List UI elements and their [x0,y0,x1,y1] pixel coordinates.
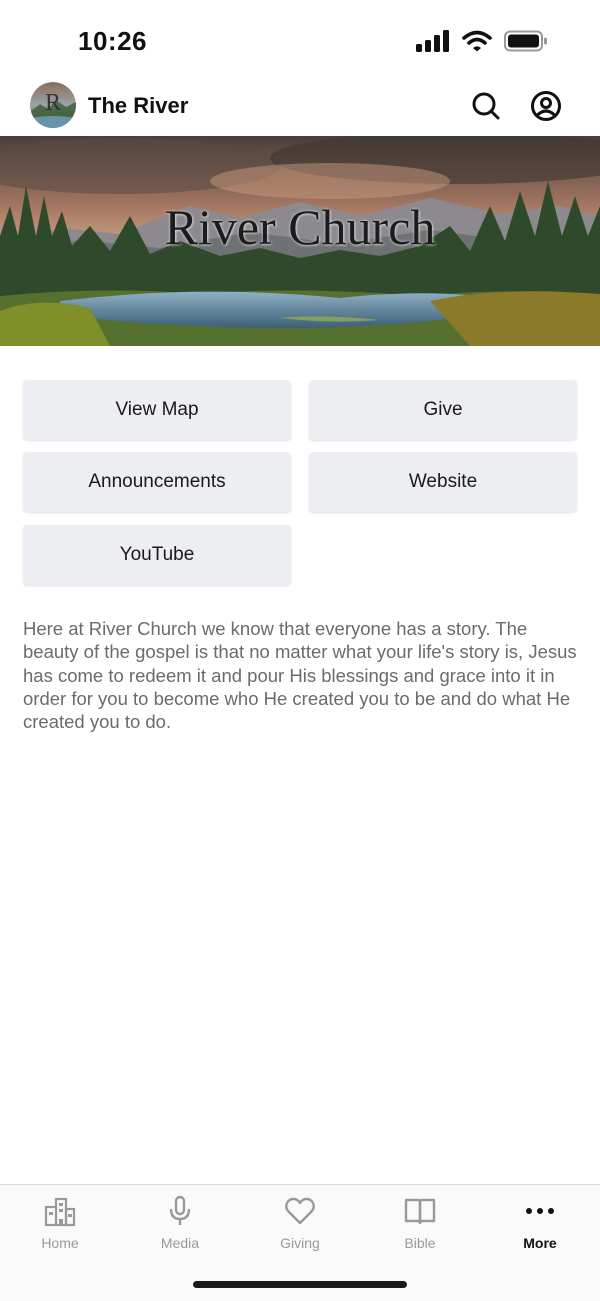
announcements-button[interactable]: Announcements [23,452,291,512]
tab-giving[interactable]: Giving [240,1185,360,1261]
banner-title: River Church [164,199,436,255]
app-title: The River [88,93,189,118]
tab-label-media: Media [160,1235,200,1251]
search-button[interactable] [470,90,502,122]
tab-label-bible: Bible [404,1235,436,1251]
tab-more[interactable]: More [480,1185,600,1261]
search-icon [472,92,500,120]
microphone-icon [169,1195,191,1225]
heart-icon [285,1197,315,1225]
app-header: R The River [0,80,600,136]
tab-home[interactable]: Home [0,1185,120,1261]
give-button[interactable]: Give [309,380,577,440]
more-icon [526,1208,554,1214]
status-time: 10:26 [78,26,147,56]
youtube-button[interactable]: YouTube [23,525,291,585]
account-icon [531,91,561,121]
church-description: Here at River Church we know that everyo… [23,618,577,733]
battery-icon [504,30,548,57]
church-logo: R [30,82,76,128]
church-banner: River Church [0,136,600,346]
status-bar: 10:26 [0,0,600,80]
tab-media[interactable]: Media [120,1185,240,1261]
account-button[interactable] [530,90,562,122]
tab-bible[interactable]: Bible [360,1185,480,1261]
view-map-button[interactable]: View Map [23,380,291,440]
website-button[interactable]: Website [309,452,577,512]
wifi-icon [462,30,492,57]
status-icons [416,30,548,57]
signal-icon [416,30,450,57]
book-icon [404,1198,436,1225]
tab-label-more: More [523,1235,557,1251]
tab-label-giving: Giving [280,1235,320,1251]
tab-label-home: Home [41,1235,79,1251]
logo-letter: R [44,90,61,116]
building-icon [44,1197,76,1227]
home-indicator[interactable] [193,1281,407,1288]
